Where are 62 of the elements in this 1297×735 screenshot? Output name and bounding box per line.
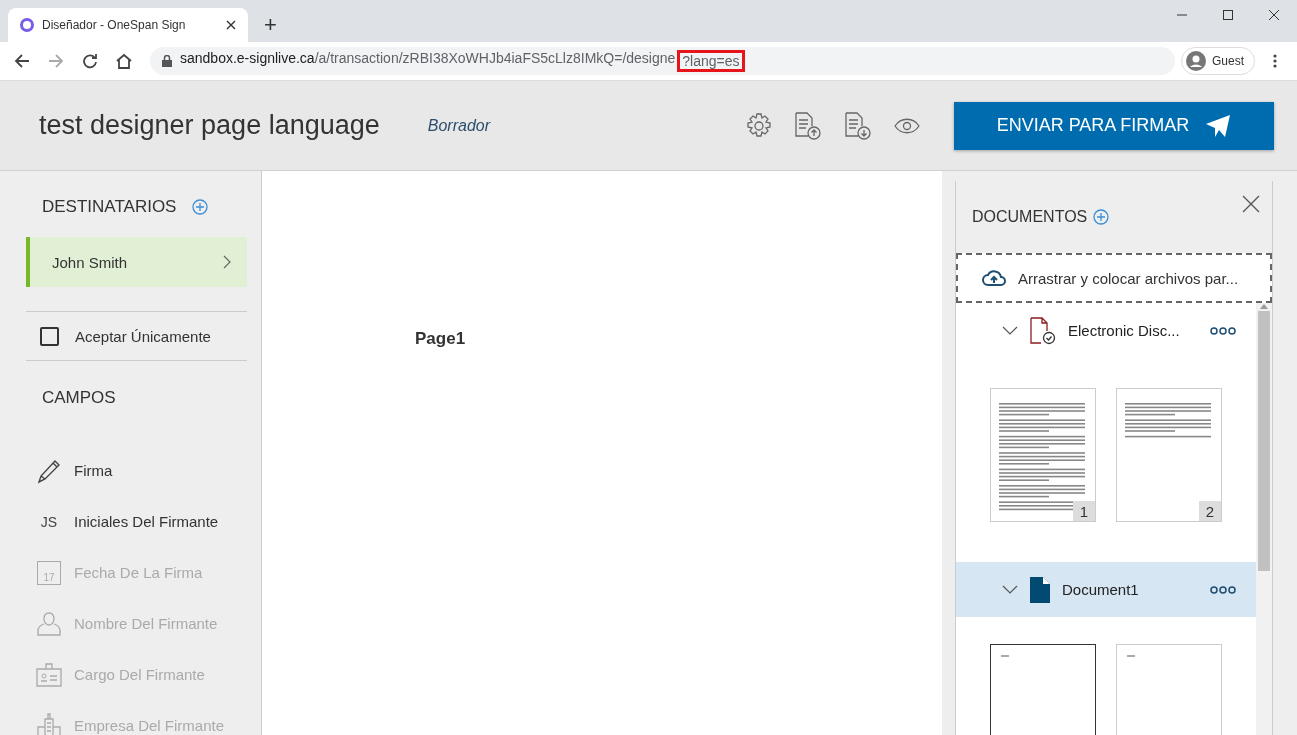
lock-icon [162, 55, 172, 67]
reload-icon [82, 53, 98, 69]
settings-button[interactable] [746, 112, 772, 139]
more-options-button[interactable] [1210, 585, 1236, 594]
preview-button[interactable] [894, 117, 920, 134]
browser-tab[interactable]: Diseñador - OneSpan Sign [8, 8, 248, 42]
url-host: sandbox.e-signlive.ca [180, 50, 315, 68]
close-icon[interactable] [226, 20, 236, 30]
pencil-icon [37, 457, 61, 484]
page-thumbnail[interactable]: 1 [990, 388, 1096, 522]
upload-document-button[interactable] [794, 111, 822, 140]
close-icon [1269, 10, 1279, 20]
page-number: 2 [1199, 501, 1221, 521]
page-number: 1 [1073, 501, 1095, 521]
status-label: Borrador [427, 116, 491, 135]
maximize-icon [1223, 10, 1233, 20]
close-button[interactable] [1242, 195, 1260, 213]
documents-heading: DOCUMENTOS [972, 208, 1088, 226]
menu-icon [1273, 53, 1277, 69]
page-text-drawing [1001, 655, 1009, 658]
checkbox[interactable] [40, 326, 59, 346]
chevron-down-icon[interactable] [1002, 326, 1018, 335]
add-icon[interactable] [192, 199, 209, 215]
url-query: ?lang=es [677, 50, 745, 72]
field-item[interactable]: JS Iniciales Del Firmante [26, 496, 247, 547]
page-text-drawing [1127, 655, 1135, 658]
add-icon[interactable] [1093, 209, 1110, 225]
recipients-heading: DESTINATARIOS [42, 197, 177, 217]
person-icon [36, 610, 62, 637]
id-badge-icon [36, 662, 62, 687]
address-bar[interactable]: sandbox.e-signlive.ca/a/transaction/zRBI38XoWHJb4iaFS5cLlz8IMkQ=/designe ?lang=es [150, 47, 1175, 75]
more-options-button[interactable] [1210, 326, 1236, 335]
paper-plane-icon [1205, 113, 1232, 138]
fields-heading: CAMPOS [42, 388, 116, 408]
profile-button[interactable]: Guest [1181, 47, 1255, 75]
send-to-sign-button[interactable]: ENVIAR PARA FIRMAR [954, 101, 1274, 150]
scrollbar[interactable] [1256, 303, 1272, 735]
back-arrow-icon [14, 53, 30, 69]
page-label: Page1 [415, 329, 466, 348]
chevron-right-icon [223, 255, 231, 269]
transaction-title: test designer page language [39, 110, 380, 141]
tab-title: Diseñador - OneSpan Sign [42, 18, 187, 32]
logo-icon [20, 18, 34, 32]
url-path: /a/transaction/zRBI38XoWHJb4iaFS5cLlz8IMkQ=/designe [314, 50, 676, 68]
home-icon [115, 53, 133, 69]
calendar-icon: 17 [37, 560, 61, 585]
upload-dropzone[interactable]: Arrastrar y colocar archivos par... [956, 253, 1272, 303]
page-thumbnail[interactable]: 2 [1116, 388, 1222, 522]
forward-arrow-icon [48, 53, 64, 69]
building-icon [36, 712, 62, 735]
field-item[interactable]: Firma [26, 445, 247, 496]
document-check-icon [1030, 316, 1056, 345]
chevron-down-icon[interactable] [1002, 585, 1018, 594]
avatar-icon [1186, 51, 1206, 71]
checkbox-label: Aceptar Únicamente [75, 327, 211, 345]
document-row[interactable]: Document1 [956, 562, 1256, 617]
recipient-item[interactable]: John Smith [26, 237, 247, 287]
document-icon [1030, 576, 1050, 603]
cloud-upload-icon [982, 270, 1006, 286]
initials-icon: JS [40, 513, 58, 530]
download-document-button[interactable] [844, 111, 872, 140]
new-tab-button[interactable]: + [258, 12, 283, 38]
